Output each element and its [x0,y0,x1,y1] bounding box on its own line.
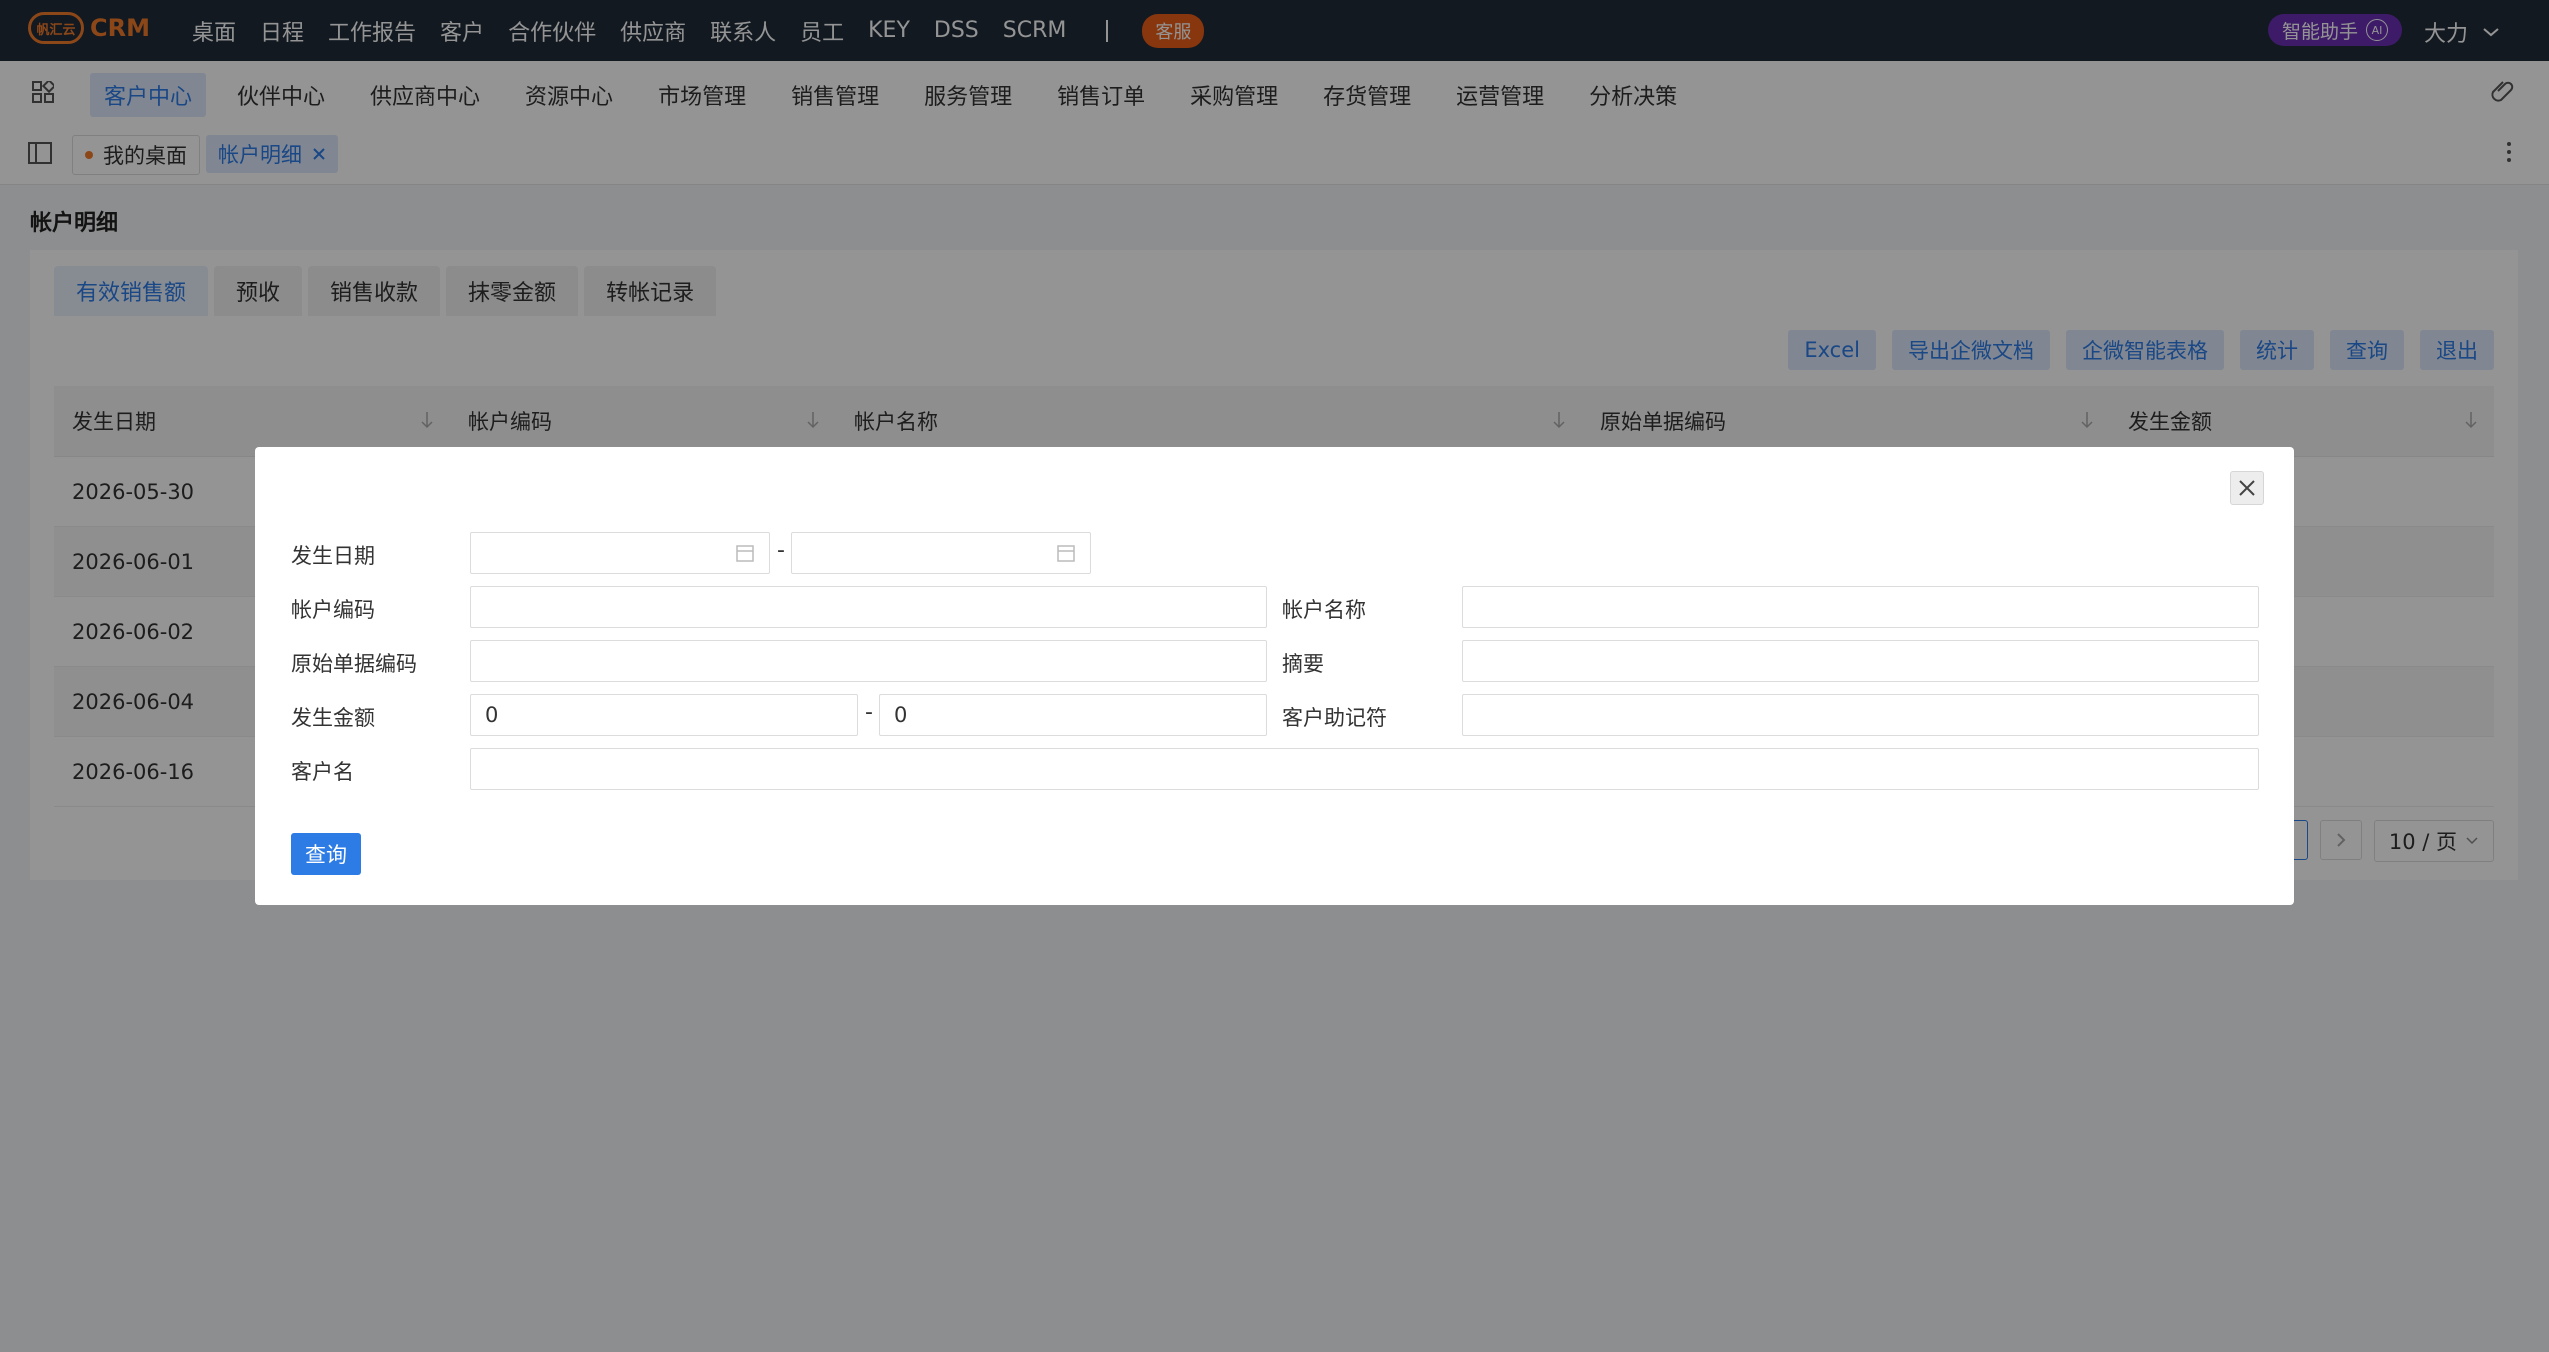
account-name-label: 帐户名称 [1282,598,1366,622]
close-icon [2239,480,2255,496]
customer-name-input[interactable] [470,748,2259,790]
customer-name-label: 客户名 [291,760,354,784]
date-from-input[interactable] [470,532,770,574]
date-to-input[interactable] [791,532,1091,574]
close-dialog-button[interactable] [2230,471,2264,505]
account-code-label: 帐户编码 [291,598,375,622]
query-dialog: 发生日期 - 帐户编码 帐户名称 原始单据编码 摘要 发生金额 0 - 0 客户… [255,447,2294,905]
calendar-icon [1057,545,1075,562]
account-code-input[interactable] [470,586,1267,628]
amount-range-separator: - [865,700,873,725]
calendar-icon [736,545,754,562]
amount-to-input[interactable]: 0 [879,694,1267,736]
submit-query-button[interactable]: 查询 [291,833,361,875]
account-name-input[interactable] [1462,586,2259,628]
customer-mnemonic-input[interactable] [1462,694,2259,736]
date-label: 发生日期 [291,544,375,568]
summary-input[interactable] [1462,640,2259,682]
summary-label: 摘要 [1282,652,1324,676]
source-code-label: 原始单据编码 [291,652,417,676]
amount-label: 发生金额 [291,706,375,730]
amount-from-input[interactable]: 0 [470,694,858,736]
source-code-input[interactable] [470,640,1267,682]
date-range-separator: - [777,538,785,563]
customer-mnemonic-label: 客户助记符 [1282,706,1387,730]
